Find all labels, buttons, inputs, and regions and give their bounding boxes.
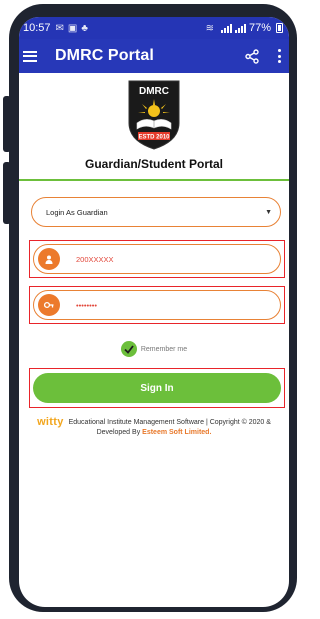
checkmark-icon[interactable] <box>120 341 137 357</box>
image-icon: ▣ <box>67 22 78 34</box>
school-logo-wrap: DMRC ESTD 2010 <box>19 73 289 151</box>
remember-me[interactable]: Remember me <box>19 341 289 357</box>
signin-highlight: Sign In <box>29 368 285 408</box>
password-field[interactable]: •••••••• <box>33 290 281 320</box>
caret-down-icon: ▼ <box>265 208 272 216</box>
section-divider <box>19 179 289 181</box>
app-title: DMRC Portal <box>55 47 154 64</box>
mail-icon: ✉ <box>55 22 64 34</box>
login-type-value: Login As Guardian <box>46 207 108 217</box>
logo-text-top: DMRC <box>139 86 169 97</box>
signal-icon <box>220 23 232 33</box>
logo-text-bottom: ESTD 2010 <box>138 135 170 141</box>
password-highlight: •••••••• <box>29 286 285 324</box>
key-icon <box>38 294 60 316</box>
battery-icon <box>276 23 283 33</box>
status-bar: 10:57 ✉ ▣ ♣ ≋ 77% <box>19 17 289 39</box>
username-field[interactable]: 200XXXXX <box>33 244 281 274</box>
app-screen: 10:57 ✉ ▣ ♣ ≋ 77% DMRC Portal DMRC ESTD … <box>19 17 289 607</box>
battery-percent: 77% <box>248 22 271 34</box>
school-logo: DMRC ESTD 2010 <box>128 80 180 150</box>
wifi-icon: ≋ <box>205 22 214 34</box>
username-highlight: 200XXXXX <box>29 240 285 278</box>
status-time: 10:57 <box>23 22 51 34</box>
app-icon: ♣ <box>81 22 88 34</box>
footer: witty Educational Institute Management S… <box>27 417 281 438</box>
username-value: 200XXXXX <box>76 254 114 264</box>
portal-title: Guardian/Student Portal <box>84 157 223 171</box>
more-options-icon[interactable] <box>277 49 281 63</box>
witty-logo: witty <box>37 416 64 428</box>
remember-me-label: Remember me <box>140 345 188 353</box>
password-value: •••••••• <box>76 300 98 310</box>
signin-button[interactable]: Sign In <box>33 373 281 403</box>
share-icon[interactable] <box>245 48 259 64</box>
menu-icon[interactable] <box>23 50 37 62</box>
login-type-select[interactable]: Login As Guardian ▼ <box>31 197 281 227</box>
user-icon <box>38 248 60 270</box>
developer-link[interactable]: Esteem Soft Limited. <box>142 429 211 436</box>
app-bar: DMRC Portal <box>19 39 289 73</box>
signal-icon <box>234 23 246 33</box>
